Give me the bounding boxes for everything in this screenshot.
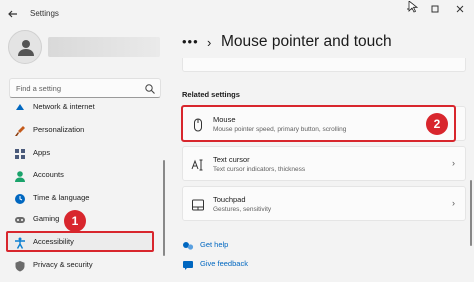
feedback-icon	[182, 258, 193, 270]
page-title: Mouse pointer and touch	[221, 33, 392, 50]
get-help-link[interactable]: Get help	[200, 240, 228, 249]
close-icon[interactable]	[450, 4, 470, 20]
previous-card-edge	[182, 58, 466, 72]
card-subtitle: Gestures, sensitivity	[213, 206, 272, 213]
sidebar-item-label: Network & internet	[33, 102, 95, 111]
accessibility-icon	[14, 236, 26, 249]
card-title: Touchpad	[213, 195, 246, 204]
chevron-right-icon: ›	[452, 198, 455, 208]
user-name-blurred	[48, 37, 160, 57]
touchpad-icon	[191, 198, 205, 212]
sidebar-item-label: Gaming	[33, 214, 60, 223]
back-arrow-icon[interactable]	[6, 8, 20, 22]
search-placeholder: Find a setting	[16, 84, 62, 93]
title-bar: Settings	[0, 0, 474, 30]
sidebar-item-time-language[interactable]: Time & language	[9, 187, 161, 209]
sidebar-item-personalization[interactable]: Personalization	[9, 119, 161, 141]
controller-icon	[14, 213, 26, 225]
shield-icon	[14, 259, 26, 272]
text-cursor-card[interactable]: Text cursor Text cursor indicators, thic…	[182, 146, 466, 181]
sidebar-item-label: Accessibility	[33, 237, 74, 246]
sidebar-item-apps[interactable]: Apps	[9, 142, 161, 164]
apps-icon	[14, 147, 26, 159]
breadcrumb-separator: ›	[207, 35, 212, 50]
help-icon	[182, 239, 194, 250]
sidebar-item-accessibility[interactable]: Accessibility	[9, 231, 161, 253]
card-title: Text cursor	[213, 155, 250, 164]
annotation-badge-2: 2	[426, 113, 448, 135]
give-feedback-link[interactable]: Give feedback	[200, 259, 248, 268]
sidebar-item-privacy[interactable]: Privacy & security	[9, 254, 161, 276]
search-icon[interactable]	[144, 82, 156, 94]
breadcrumb-overflow[interactable]: •••	[182, 34, 199, 49]
mouse-highlight	[181, 105, 456, 142]
card-subtitle: Text cursor indicators, thickness	[213, 166, 306, 173]
globe-clock-icon	[14, 192, 26, 204]
sidebar-scrollbar[interactable]	[163, 160, 165, 256]
sidebar-item-label: Personalization	[33, 125, 85, 134]
sidebar-item-label: Accounts	[33, 170, 64, 179]
sidebar-item-label: Time & language	[33, 193, 90, 202]
network-icon	[14, 101, 26, 113]
app-title: Settings	[30, 9, 59, 18]
mouse-pointer-icon	[408, 0, 419, 13]
annotation-badge-1: 1	[64, 210, 86, 232]
sidebar-item-accounts[interactable]: Accounts	[9, 164, 161, 186]
avatar[interactable]	[8, 30, 42, 64]
person-icon	[14, 169, 26, 182]
search-input[interactable]: Find a setting	[9, 78, 161, 98]
brush-icon	[14, 124, 26, 136]
maximize-icon[interactable]	[425, 4, 445, 20]
sidebar-item-label: Apps	[33, 148, 51, 157]
related-settings-heading: Related settings	[182, 90, 240, 99]
touchpad-card[interactable]: Touchpad Gestures, sensitivity ›	[182, 186, 466, 221]
sidebar-item-network[interactable]: Network & internet	[9, 99, 161, 115]
sidebar-item-label: Privacy & security	[33, 260, 93, 269]
main-scrollbar[interactable]	[470, 180, 472, 246]
text-cursor-icon	[191, 158, 205, 172]
chevron-right-icon: ›	[452, 158, 455, 168]
